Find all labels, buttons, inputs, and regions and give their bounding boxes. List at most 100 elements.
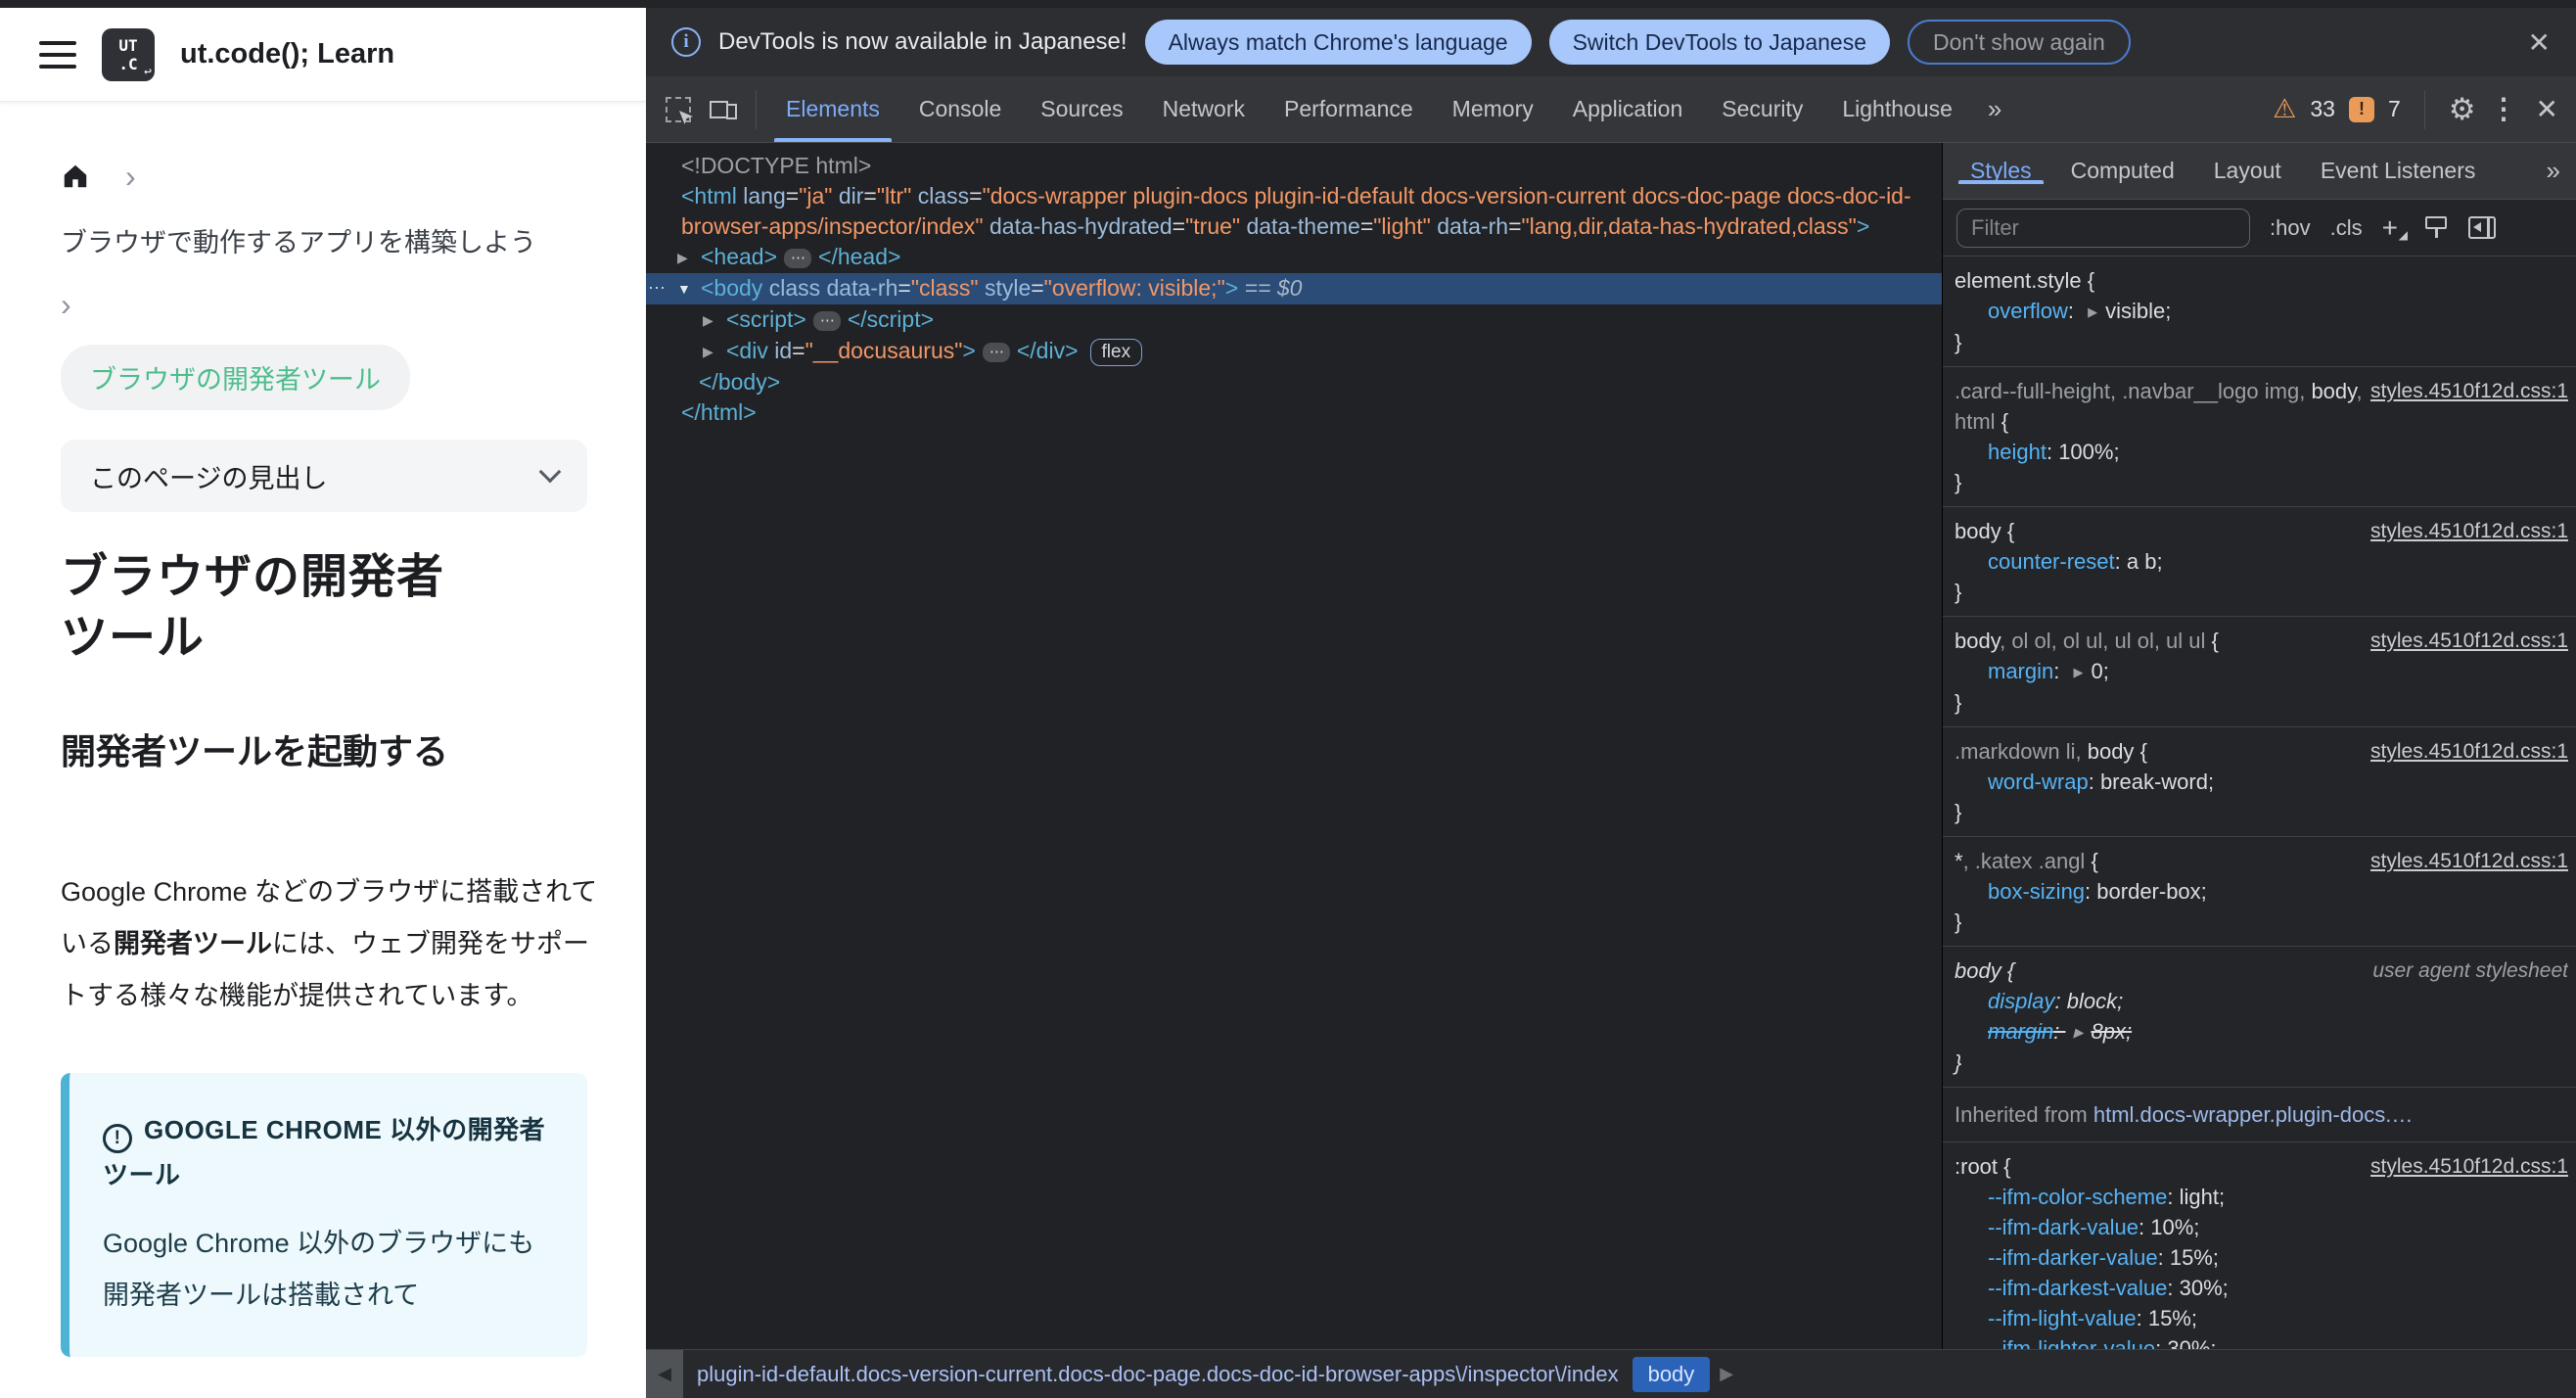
toc-collapsible[interactable]: このページの見出し bbox=[61, 440, 587, 512]
sidebar-tab-computed[interactable]: Computed bbox=[2051, 158, 2194, 184]
expand-arrow-icon[interactable]: ▶ bbox=[703, 305, 726, 336]
tab-elements[interactable]: Elements bbox=[766, 76, 899, 142]
css-property-line[interactable]: counter-reset: a b; bbox=[1955, 546, 2568, 577]
css-property-line[interactable]: margin: ▶ 8px; bbox=[1955, 1016, 2568, 1048]
rule-selector-line[interactable]: styles.4510f12d.css:1 body, ol ol, ol ul,… bbox=[1955, 626, 2568, 656]
sidebar-tab-styles[interactable]: Styles bbox=[1951, 158, 2051, 184]
home-icon[interactable] bbox=[61, 162, 90, 191]
stylesheet-source-link[interactable]: styles.4510f12d.css:1 bbox=[2370, 736, 2568, 767]
expand-arrow-icon[interactable]: ▶ bbox=[703, 337, 726, 367]
css-property-line[interactable]: box-sizing: border-box; bbox=[1955, 876, 2568, 907]
elements-tree-row[interactable]: ▶ <div id="__docusaurus"> ⋯ </div> flex bbox=[646, 336, 1942, 367]
switch-to-japanese-button[interactable]: Switch DevTools to Japanese bbox=[1548, 20, 1891, 65]
rule-selector-line[interactable]: styles.4510f12d.css:1 .card--full-height,… bbox=[1955, 376, 2568, 437]
gear-icon[interactable]: ⚙ bbox=[2449, 92, 2476, 127]
tab-application[interactable]: Application bbox=[1553, 76, 1703, 142]
elements-tree-row[interactable]: <html lang="ja" dir="ltr" class="docs-wr… bbox=[646, 181, 1942, 242]
css-property-line[interactable]: word-wrap: break-word; bbox=[1955, 767, 2568, 797]
element-path-crumb[interactable]: plugin-id-default.docs-version-current.d… bbox=[697, 1362, 1619, 1387]
elements-tree-row[interactable]: </html> bbox=[646, 397, 1942, 428]
device-toolbar-icon[interactable] bbox=[701, 87, 746, 132]
tab-lighthouse[interactable]: Lighthouse bbox=[1822, 76, 1972, 142]
tab-sources[interactable]: Sources bbox=[1021, 76, 1142, 142]
stylesheet-source-link[interactable]: styles.4510f12d.css:1 bbox=[2370, 626, 2568, 656]
doc-paragraph: Google Chrome などのブラウザに搭載されている開発者ツールには、ウェ… bbox=[61, 866, 607, 1022]
selector-token: , bbox=[2299, 379, 2312, 403]
breadcrumb-section-link[interactable]: ブラウザで動作するアプリを構築しよう bbox=[61, 221, 607, 259]
collapsed-children-icon[interactable]: ⋯ bbox=[982, 343, 1010, 362]
elements-tree-row[interactable]: <!DOCTYPE html> bbox=[646, 151, 1942, 181]
elements-tree-row[interactable]: ⋯ ▼ <body class data-rh="class" style="ove… bbox=[646, 273, 1942, 304]
kebab-menu-icon[interactable]: ⋮ bbox=[2490, 92, 2518, 126]
toc-label: このページの見出し bbox=[90, 463, 328, 493]
css-property-line[interactable]: --ifm-darkest-value: 30%; bbox=[1955, 1273, 2568, 1303]
selected-element-crumb[interactable]: body bbox=[1632, 1356, 1711, 1392]
stylesheet-source-link[interactable]: styles.4510f12d.css:1 bbox=[2370, 516, 2568, 546]
hamburger-menu-icon[interactable] bbox=[39, 40, 76, 69]
elements-tree-row[interactable]: ▶ <script> ⋯ </script> bbox=[646, 304, 1942, 336]
tabbar-right-cluster: ⚠ 33 ! 7 ⚙ ⋮ ✕ bbox=[2273, 89, 2558, 129]
stylesheet-source-link[interactable]: styles.4510f12d.css:1 bbox=[2370, 846, 2568, 876]
expand-value-icon[interactable]: ▶ bbox=[2073, 657, 2083, 687]
warning-icon[interactable]: ⚠ bbox=[2273, 94, 2296, 124]
issues-count[interactable]: 7 bbox=[2388, 96, 2401, 122]
new-style-rule-button[interactable]: + ◢ bbox=[2382, 212, 2408, 244]
divider bbox=[2423, 89, 2425, 129]
tab-memory[interactable]: Memory bbox=[1433, 76, 1553, 142]
selector-token: :root bbox=[1955, 1154, 2004, 1179]
close-devtools-icon[interactable]: ✕ bbox=[2536, 93, 2558, 125]
rule-selector-line[interactable]: styles.4510f12d.css:1 *, .katex .angl { bbox=[1955, 846, 2568, 876]
css-property-line[interactable]: --ifm-light-value: 15%; bbox=[1955, 1303, 2568, 1333]
styles-filter-input[interactable] bbox=[1956, 208, 2250, 248]
row-actions-icon[interactable]: ⋯ bbox=[648, 273, 666, 303]
css-property-line[interactable]: --ifm-color-scheme: light; bbox=[1955, 1182, 2568, 1212]
tab-security[interactable]: Security bbox=[1702, 76, 1822, 142]
elements-tree-row[interactable]: </body> bbox=[646, 367, 1942, 397]
rule-selector-line[interactable]: styles.4510f12d.css:1 .markdown li, body … bbox=[1955, 736, 2568, 767]
site-title[interactable]: ut.code(); Learn bbox=[180, 38, 394, 70]
expand-arrow-icon[interactable]: ▶ bbox=[677, 243, 701, 273]
elements-tree-row[interactable]: ▶ <head> ⋯ </head> bbox=[646, 242, 1942, 273]
css-property-line[interactable]: height: 100%; bbox=[1955, 437, 2568, 467]
tab-performance[interactable]: Performance bbox=[1265, 76, 1433, 142]
warnings-count[interactable]: 33 bbox=[2310, 96, 2335, 122]
breadcrumb-scroll-left-button[interactable]: ◀ bbox=[646, 1350, 683, 1398]
match-chrome-language-button[interactable]: Always match Chrome's language bbox=[1144, 20, 1532, 65]
css-property-line[interactable]: --ifm-dark-value: 10%; bbox=[1955, 1212, 2568, 1242]
collapsed-children-icon[interactable]: ⋯ bbox=[784, 249, 812, 268]
rule-selector-line[interactable]: element.style { bbox=[1955, 265, 2568, 296]
toggle-element-classes-button[interactable]: .cls bbox=[2330, 215, 2363, 241]
rule-selector-line[interactable]: user agent stylesheet body { bbox=[1955, 955, 2568, 986]
collapse-arrow-icon[interactable]: ▼ bbox=[677, 274, 701, 304]
paint-roller-icon[interactable] bbox=[2424, 215, 2449, 241]
code-token: "overflow: visible;" bbox=[1043, 275, 1225, 301]
stylesheet-source-link[interactable]: styles.4510f12d.css:1 bbox=[2370, 376, 2568, 406]
inherited-element-link[interactable]: html.docs-wrapper.plugin-docs.… bbox=[2093, 1102, 2413, 1127]
css-property-line[interactable]: --ifm-lighter-value: 30%; bbox=[1955, 1333, 2568, 1349]
collapsed-children-icon[interactable]: ⋯ bbox=[812, 311, 841, 331]
site-logo[interactable]: UT .C ↩ bbox=[102, 27, 155, 81]
sidebar-tab-layout[interactable]: Layout bbox=[2194, 158, 2301, 184]
sidebar-tab-event-listeners[interactable]: Event Listeners bbox=[2301, 158, 2496, 184]
issues-icon[interactable]: ! bbox=[2348, 96, 2374, 122]
inspect-element-icon[interactable] bbox=[656, 87, 701, 132]
close-icon[interactable]: ✕ bbox=[2528, 26, 2551, 59]
css-property-line[interactable]: display: block; bbox=[1955, 986, 2568, 1016]
rule-selector-line[interactable]: styles.4510f12d.css:1:root { bbox=[1955, 1151, 2568, 1182]
css-property-line[interactable]: --ifm-darker-value: 15%; bbox=[1955, 1242, 2568, 1273]
flex-badge[interactable]: flex bbox=[1089, 339, 1143, 366]
selector-token: , bbox=[2075, 739, 2088, 764]
css-property-line[interactable]: margin: ▶ 0; bbox=[1955, 656, 2568, 687]
expand-value-icon[interactable]: ▶ bbox=[2088, 297, 2097, 327]
more-sidebar-tabs-icon[interactable]: » bbox=[2531, 156, 2576, 186]
dont-show-again-button[interactable]: Don't show again bbox=[1908, 20, 2131, 65]
css-property-line[interactable]: overflow: ▶ visible; bbox=[1955, 296, 2568, 327]
sidebar-layout-toggle-icon[interactable] bbox=[2467, 216, 2496, 239]
stylesheet-source-link[interactable]: styles.4510f12d.css:1 bbox=[2370, 1151, 2568, 1182]
toggle-pseudo-classes-button[interactable]: :hov bbox=[2270, 215, 2311, 241]
more-tabs-icon[interactable]: » bbox=[1972, 94, 2017, 124]
expand-value-icon[interactable]: ▶ bbox=[2073, 1017, 2083, 1048]
tab-network[interactable]: Network bbox=[1143, 76, 1265, 142]
rule-selector-line[interactable]: styles.4510f12d.css:1 body { bbox=[1955, 516, 2568, 546]
tab-console[interactable]: Console bbox=[899, 76, 1021, 142]
